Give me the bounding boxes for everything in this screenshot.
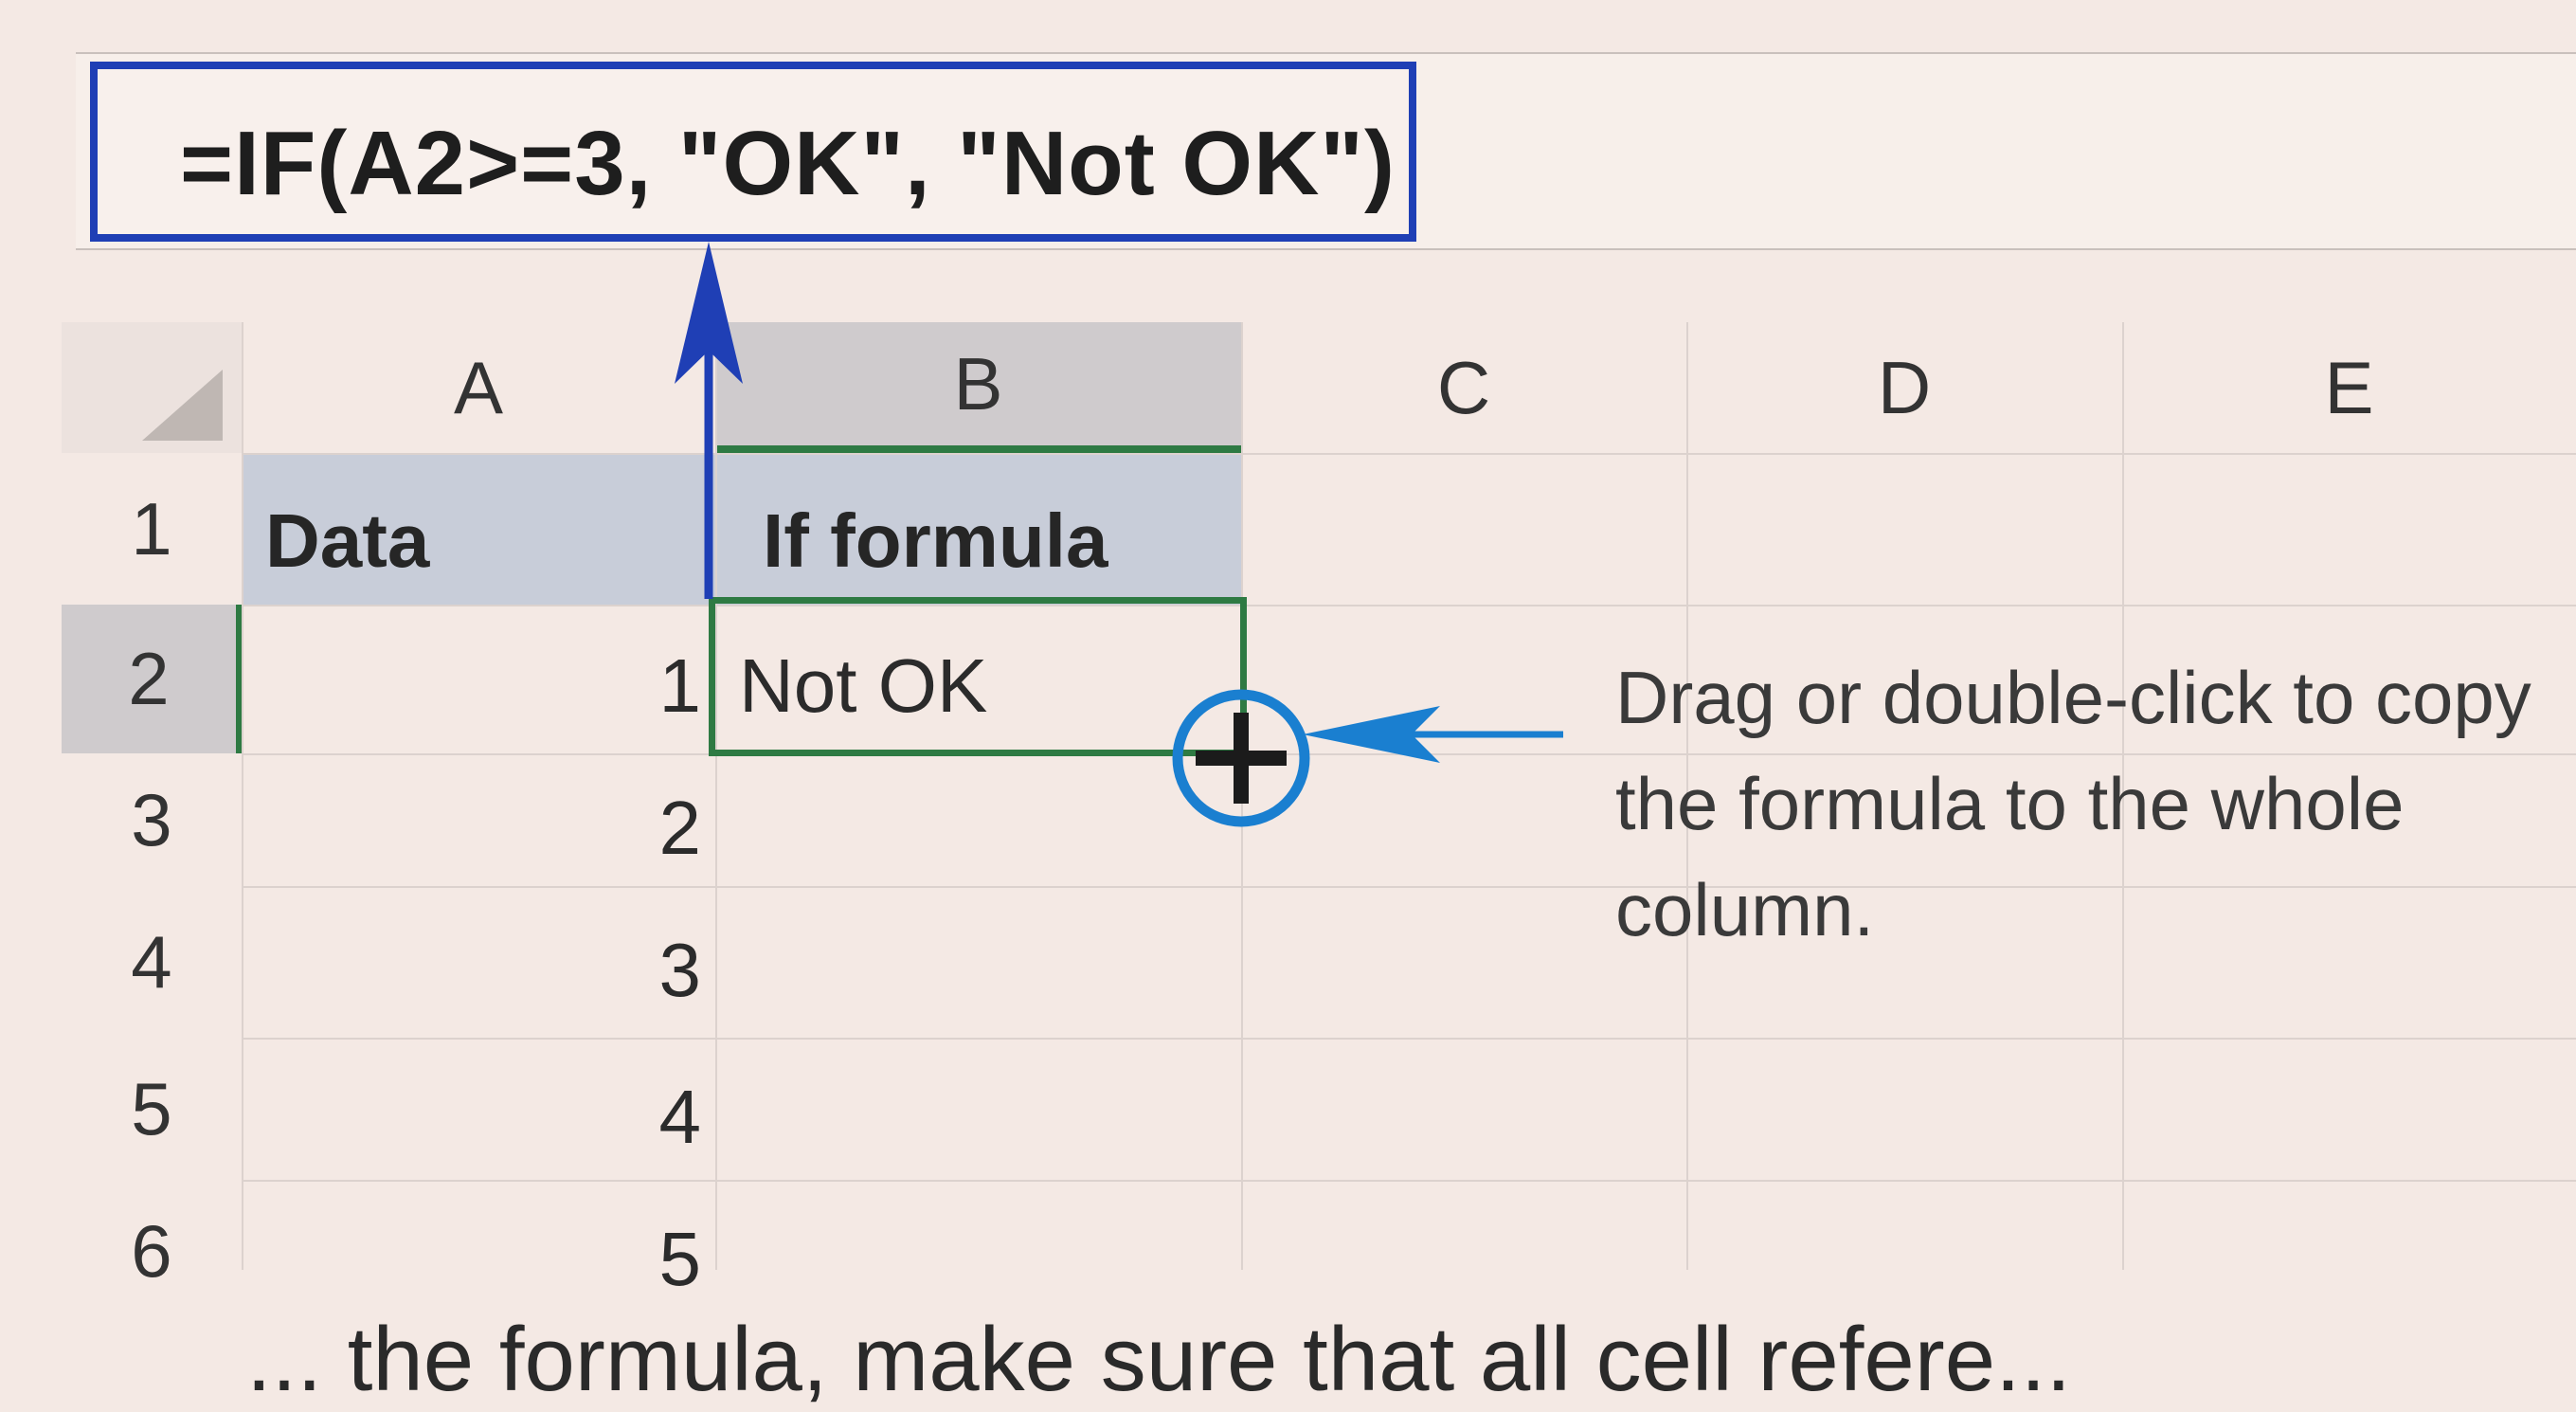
excel-screenshot: =IF(A2>=3, "OK", "Not OK") A B C D E 1 2…: [0, 0, 2576, 1410]
arrow-up-icon: [675, 242, 743, 599]
fill-handle-plus-icon[interactable]: [1172, 689, 1310, 827]
arrow-left-icon: [1303, 706, 1563, 763]
annotation-overlay: [675, 242, 1563, 827]
